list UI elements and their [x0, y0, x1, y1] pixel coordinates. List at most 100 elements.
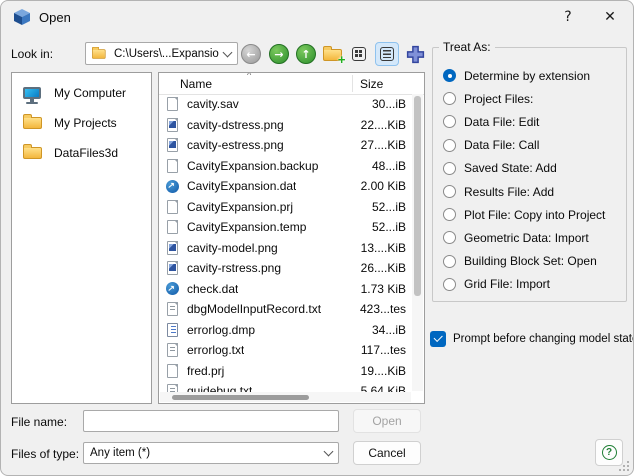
- sidebar-item[interactable]: DataFiles3d: [12, 138, 151, 168]
- sidebar-item[interactable]: My Computer: [12, 78, 151, 108]
- look-in-combobox[interactable]: C:\Users\...Expansion: [85, 42, 238, 65]
- file-size: 1.73 KiB: [360, 281, 406, 296]
- close-button[interactable]: ✕: [597, 6, 623, 28]
- window-title: Open: [39, 10, 71, 25]
- forward-button[interactable]: →: [267, 42, 291, 66]
- file-row[interactable]: cavity-dstress.png 22....KiB: [159, 115, 412, 136]
- chevron-down-icon: [323, 446, 334, 457]
- column-header-name[interactable]: Name: [180, 77, 212, 91]
- radio-button[interactable]: [443, 185, 456, 199]
- detail-view-button[interactable]: [375, 42, 399, 66]
- places-sidebar: My Computer My Projects DataFiles3d: [11, 72, 152, 404]
- radio-button[interactable]: [443, 138, 456, 152]
- horizontal-scrollbar[interactable]: [160, 392, 411, 402]
- radio-button[interactable]: [443, 161, 456, 175]
- file-name: guidebug.txt: [187, 384, 253, 392]
- column-divider[interactable]: [352, 75, 353, 92]
- treat-as-groupbox: Treat As: Determine by extension Project…: [432, 40, 627, 302]
- radio-label: Plot File: Copy into Project: [464, 207, 606, 222]
- open-button[interactable]: Open: [353, 409, 421, 433]
- sidebar-item-label: DataFiles3d: [54, 146, 119, 160]
- cancel-button[interactable]: Cancel: [353, 441, 421, 465]
- file-row[interactable]: cavity-model.png 13....KiB: [159, 238, 412, 259]
- file-row[interactable]: cavity-rstress.png 26....KiB: [159, 258, 412, 279]
- checkbox-checked-icon[interactable]: [430, 331, 446, 347]
- file-row[interactable]: CavityExpansion.temp 52...iB: [159, 217, 412, 238]
- file-type-icon: [165, 260, 179, 276]
- treat-as-option[interactable]: Results File: Add: [443, 180, 622, 203]
- file-size: 2.00 KiB: [360, 179, 406, 194]
- titlebar-help-button[interactable]: ?: [555, 6, 581, 28]
- vertical-scrollbar[interactable]: [412, 94, 423, 391]
- file-size: 27....KiB: [360, 138, 406, 153]
- treat-as-options: Determine by extension Project Files: Da…: [443, 64, 622, 296]
- add-favorite-button[interactable]: [403, 42, 427, 66]
- file-row[interactable]: cavity.sav 30...iB: [159, 94, 412, 115]
- place-icon: [20, 113, 44, 133]
- horizontal-scrollbar-thumb[interactable]: [172, 394, 309, 400]
- treat-as-option[interactable]: Plot File: Copy into Project: [443, 203, 622, 226]
- radio-button[interactable]: [443, 92, 456, 106]
- file-row[interactable]: cavity-estress.png 27....KiB: [159, 135, 412, 156]
- look-in-path: C:\Users\...Expansion: [114, 47, 219, 60]
- treat-as-option[interactable]: Building Block Set: Open: [443, 250, 622, 273]
- sort-ascending-icon: ^: [247, 72, 252, 80]
- file-size: 5.64 KiB: [360, 384, 406, 392]
- radio-label: Grid File: Import: [464, 277, 551, 292]
- icon-view-button[interactable]: [347, 42, 371, 66]
- file-list-panel: Name ^ Size cavity.sav 30...iB cavity-ds…: [158, 72, 425, 404]
- file-row[interactable]: check.dat 1.73 KiB: [159, 279, 412, 300]
- file-row[interactable]: dbgModelInputRecord.txt 423...tes: [159, 299, 412, 320]
- file-type-icon: [165, 363, 179, 379]
- treat-as-option[interactable]: Determine by extension: [443, 64, 622, 87]
- icon-view-icon: [352, 47, 366, 61]
- file-row[interactable]: fred.prj 19....KiB: [159, 361, 412, 382]
- treat-as-option[interactable]: Saved State: Add: [443, 157, 622, 180]
- file-size: 13....KiB: [360, 240, 406, 255]
- chevron-down-icon: [222, 47, 233, 57]
- file-size: 423...tes: [359, 302, 406, 317]
- file-name: CavityExpansion.backup: [187, 158, 319, 173]
- back-button[interactable]: ←: [239, 42, 263, 66]
- file-row[interactable]: guidebug.txt 5.64 KiB: [159, 381, 412, 392]
- file-type-icon: [165, 219, 179, 235]
- file-type-icon: [165, 240, 179, 256]
- radio-button[interactable]: [443, 254, 456, 268]
- help-icon: ?: [601, 445, 617, 460]
- file-name-input[interactable]: [83, 410, 339, 432]
- title-bar: Open ? ✕: [1, 1, 633, 33]
- treat-as-option[interactable]: Geometric Data: Import: [443, 226, 622, 249]
- treat-as-option[interactable]: Grid File: Import: [443, 273, 622, 296]
- file-name: cavity-model.png: [187, 240, 278, 255]
- file-size: 19....KiB: [360, 363, 406, 378]
- detail-view-icon: [380, 47, 394, 61]
- forward-arrow-icon: →: [269, 44, 289, 64]
- file-name-label: File name:: [11, 415, 68, 429]
- app-cube-icon: [14, 9, 30, 25]
- resize-grip[interactable]: [619, 461, 629, 471]
- radio-label: Data File: Call: [464, 138, 540, 153]
- prompt-checkbox-row[interactable]: Prompt before changing model state: [430, 331, 633, 347]
- up-directory-button[interactable]: ↑: [294, 42, 318, 66]
- radio-button[interactable]: [443, 115, 456, 129]
- treat-as-option[interactable]: Data File: Edit: [443, 110, 622, 133]
- list-header: Name ^ Size: [159, 73, 424, 95]
- file-row[interactable]: CavityExpansion.backup 48...iB: [159, 156, 412, 177]
- radio-button[interactable]: [443, 231, 456, 245]
- file-row[interactable]: errorlog.dmp 34...iB: [159, 320, 412, 341]
- file-type-combobox[interactable]: Any item (*): [83, 442, 339, 464]
- radio-button[interactable]: [443, 69, 456, 83]
- file-name: errorlog.txt: [187, 343, 245, 358]
- column-header-size[interactable]: Size: [360, 77, 383, 91]
- sidebar-item[interactable]: My Projects: [12, 108, 151, 138]
- radio-button[interactable]: [443, 277, 456, 291]
- new-folder-button[interactable]: +: [320, 42, 346, 66]
- radio-button[interactable]: [443, 208, 456, 222]
- file-row[interactable]: CavityExpansion.dat 2.00 KiB: [159, 176, 412, 197]
- vertical-scrollbar-thumb[interactable]: [414, 96, 421, 296]
- treat-as-option[interactable]: Project Files:: [443, 87, 622, 110]
- file-type-icon: [165, 137, 179, 153]
- treat-as-option[interactable]: Data File: Call: [443, 134, 622, 157]
- file-row[interactable]: errorlog.txt 117...tes: [159, 340, 412, 361]
- file-row[interactable]: CavityExpansion.prj 52...iB: [159, 197, 412, 218]
